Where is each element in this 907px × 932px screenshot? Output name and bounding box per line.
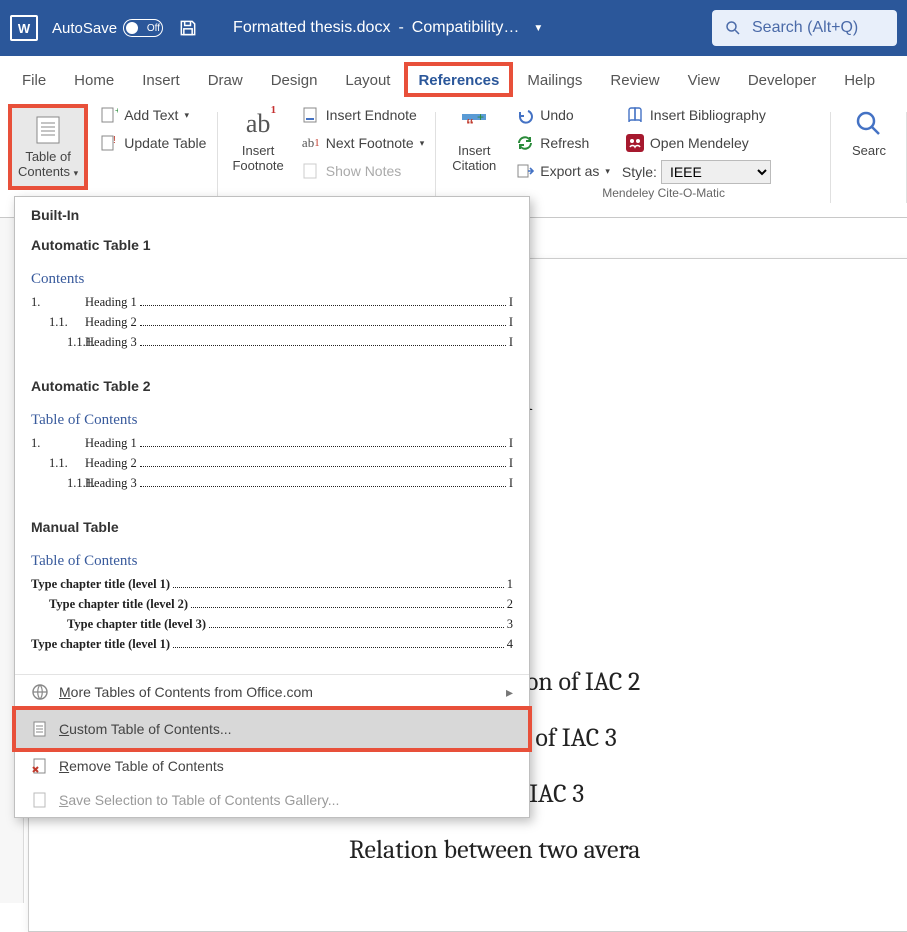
globe-icon: [31, 683, 49, 701]
undo-button[interactable]: Undo: [512, 104, 614, 126]
title-bar: W AutoSave Off Formatted thesis.docx - C…: [0, 0, 907, 56]
search-button[interactable]: Searc: [839, 104, 899, 163]
toc-dropdown: Built-In Automatic Table 1 Contents 1.He…: [14, 196, 530, 818]
footnote-icon: ab: [242, 108, 274, 140]
update-table-icon: !: [100, 134, 118, 152]
tab-layout[interactable]: Layout: [331, 62, 404, 97]
refresh-icon: [516, 134, 534, 152]
save-icon[interactable]: [177, 17, 199, 39]
tab-review[interactable]: Review: [596, 62, 673, 97]
refresh-button[interactable]: Refresh: [512, 132, 614, 154]
group-research: Searc: [831, 98, 907, 217]
chevron-down-icon: ▾: [184, 110, 189, 121]
chevron-down-icon[interactable]: ▼: [533, 23, 543, 34]
document-title[interactable]: Formatted thesis.docx - Compatibility… ▼: [233, 19, 543, 37]
toc-entry[interactable]: Relation between two avera: [349, 835, 886, 865]
svg-text:+: +: [477, 110, 484, 124]
autosave-control[interactable]: AutoSave Off: [52, 19, 163, 37]
next-footnote-button[interactable]: ab1 Next Footnote ▾: [298, 132, 428, 154]
remove-icon: [31, 757, 49, 775]
tab-draw[interactable]: Draw: [194, 62, 257, 97]
save-gallery-icon: [31, 791, 49, 809]
autosave-label: AutoSave: [52, 20, 117, 37]
toc-icon: [32, 114, 64, 146]
style-dropdown[interactable]: IEEE: [661, 160, 771, 184]
tab-insert[interactable]: Insert: [128, 62, 194, 97]
undo-icon: [516, 106, 534, 124]
tab-home[interactable]: Home: [60, 62, 128, 97]
add-text-button[interactable]: + Add Text ▾: [96, 104, 210, 126]
insert-citation-button[interactable]: “+ Insert Citation: [444, 104, 504, 178]
insert-bibliography-button[interactable]: Insert Bibliography: [622, 104, 771, 126]
export-icon: [516, 162, 534, 180]
add-text-icon: +: [100, 106, 118, 124]
chevron-right-icon: ▸: [506, 684, 513, 701]
tab-help[interactable]: Help: [830, 62, 889, 97]
tab-view[interactable]: View: [674, 62, 734, 97]
chevron-down-icon: ▾: [74, 168, 79, 178]
mendeley-icon: [626, 134, 644, 152]
citation-icon: “+: [458, 108, 490, 140]
export-as-button[interactable]: Export as ▾: [512, 160, 614, 182]
tab-developer[interactable]: Developer: [734, 62, 830, 97]
dropdown-section-builtin: Built-In: [15, 197, 529, 231]
svg-text:“: “: [466, 117, 474, 134]
style-selector[interactable]: Style: IEEE: [622, 160, 771, 184]
insert-endnote-button[interactable]: Insert Endnote: [298, 104, 428, 126]
search-icon: [724, 19, 742, 37]
show-notes-button: Show Notes: [298, 160, 428, 182]
menu-remove-toc[interactable]: Remove Table of Contents: [15, 749, 529, 783]
dropdown-menu: More Tables of Contents from Office.com …: [15, 674, 529, 817]
menu-custom-toc[interactable]: Custom Table of Contents...: [15, 709, 529, 749]
toc-gallery-manual[interactable]: Manual Table Table of Contents Type chap…: [15, 513, 529, 674]
open-mendeley-button[interactable]: Open Mendeley: [622, 132, 771, 154]
menu-save-selection: Save Selection to Table of Contents Gall…: [15, 783, 529, 817]
tab-references[interactable]: References: [404, 62, 513, 97]
word-app-icon: W: [10, 15, 38, 41]
chevron-down-icon: ▾: [605, 166, 610, 177]
show-notes-icon: [302, 162, 320, 180]
table-of-contents-button[interactable]: Table of Contents ▾: [8, 104, 88, 190]
search-icon: [853, 108, 885, 140]
bibliography-icon: [626, 106, 644, 124]
toc-gallery-auto2[interactable]: Automatic Table 2 Table of Contents 1.He…: [15, 372, 529, 513]
document-icon: [31, 720, 49, 738]
update-table-button[interactable]: ! Update Table: [96, 132, 210, 154]
svg-text:+: +: [115, 106, 118, 115]
tab-mailings[interactable]: Mailings: [513, 62, 596, 97]
insert-footnote-button[interactable]: ab Insert Footnote: [226, 104, 289, 178]
tab-design[interactable]: Design: [257, 62, 332, 97]
menu-more-office[interactable]: More Tables of Contents from Office.com …: [15, 675, 529, 709]
ribbon-tabs: File Home Insert Draw Design Layout Refe…: [0, 56, 907, 98]
chevron-down-icon: ▾: [420, 138, 425, 149]
next-footnote-icon: ab1: [302, 134, 320, 152]
autosave-toggle-icon[interactable]: Off: [123, 19, 163, 37]
toc-gallery-auto1[interactable]: Automatic Table 1 Contents 1.Heading 1I1…: [15, 231, 529, 372]
svg-text:!: !: [113, 135, 116, 146]
endnote-icon: [302, 106, 320, 124]
tab-file[interactable]: File: [8, 62, 60, 97]
search-input[interactable]: Search (Alt+Q): [712, 10, 897, 46]
